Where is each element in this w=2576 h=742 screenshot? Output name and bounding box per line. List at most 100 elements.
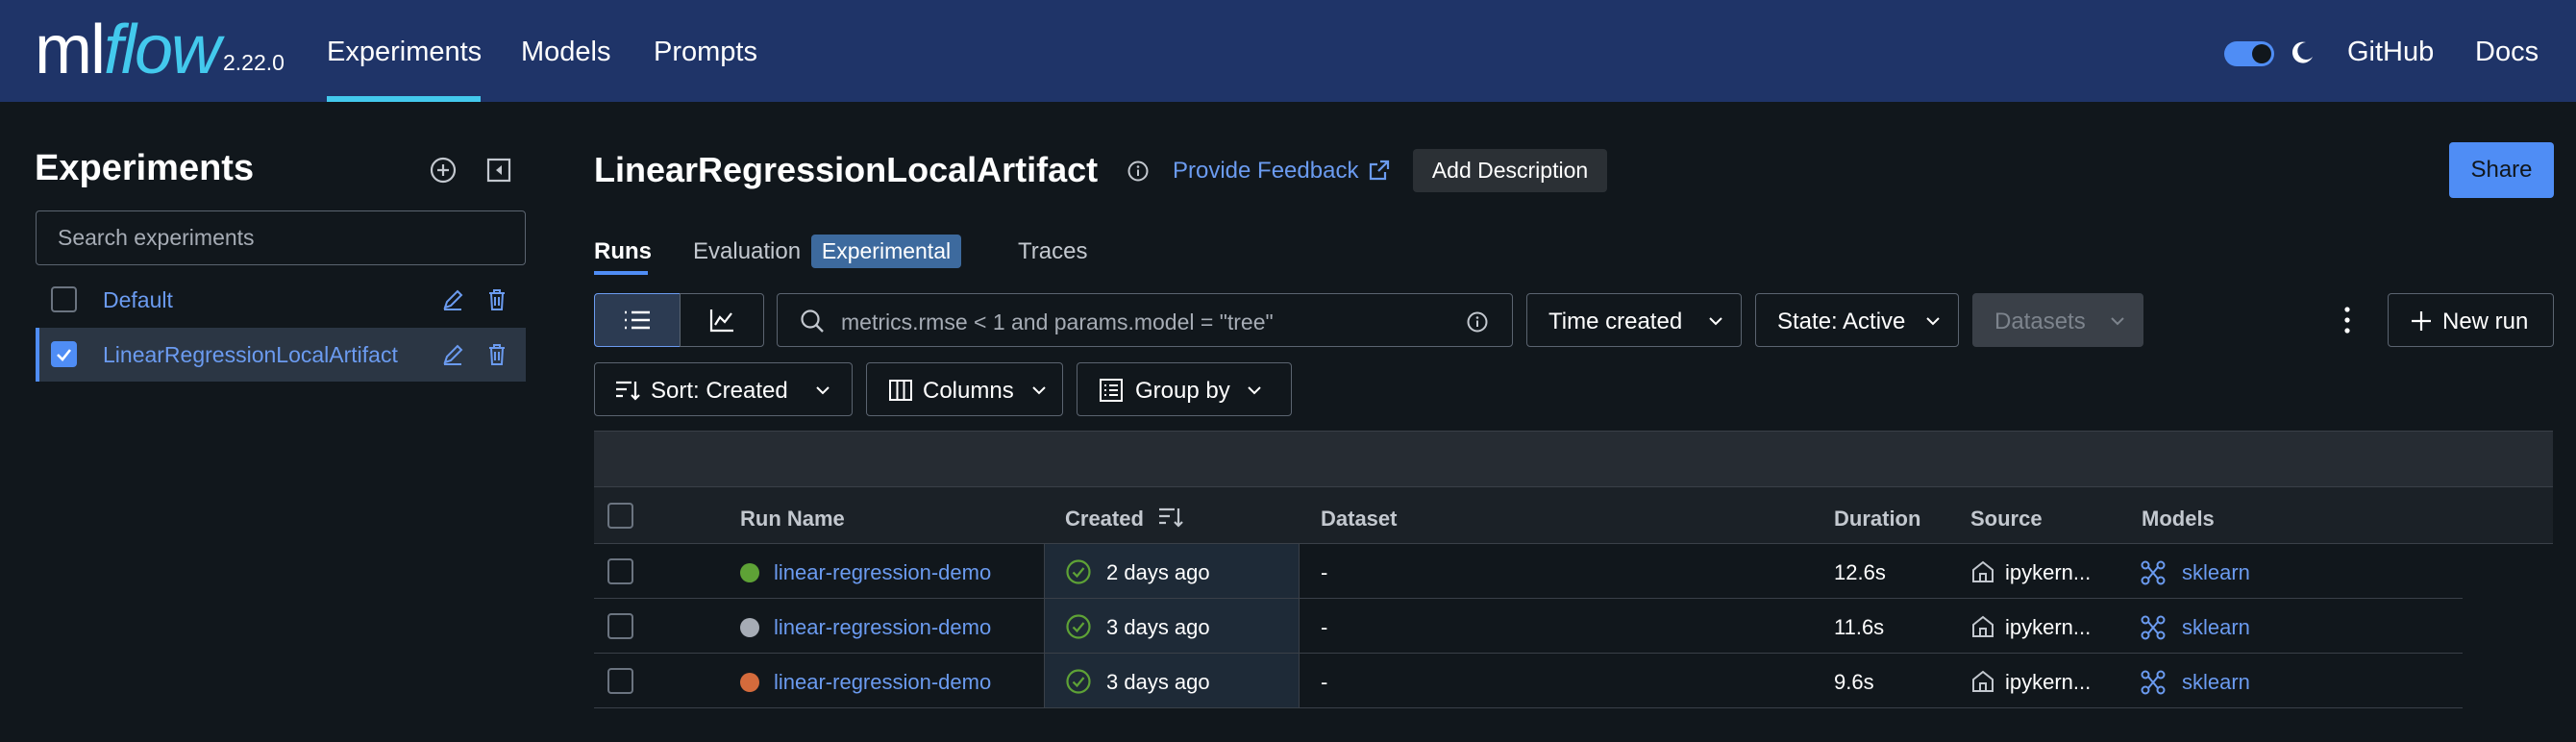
line-chart-icon (709, 309, 733, 333)
success-check-icon (1066, 559, 1091, 584)
model-link[interactable]: sklearn (2182, 615, 2250, 640)
create-experiment-button[interactable] (427, 154, 459, 186)
experiment-checkbox-checked[interactable] (51, 341, 77, 367)
dark-mode-toggle[interactable] (2224, 41, 2274, 66)
group-by-dropdown[interactable]: Group by (1077, 362, 1292, 416)
experiments-search-input[interactable]: Search experiments (36, 210, 526, 265)
version-label: 2.22.0 (223, 50, 285, 75)
chevron-down-icon (1926, 317, 1940, 326)
checkmark-icon (57, 349, 72, 361)
created-cell: 3 days ago (1106, 670, 1210, 694)
header-duration[interactable]: Duration (1834, 507, 1920, 532)
table-row[interactable]: linear-regression-demo 3 days ago - 11.6… (594, 599, 2463, 654)
table-row[interactable]: linear-regression-demo 3 days ago - 9.6s… (594, 654, 2463, 708)
tab-runs[interactable]: Runs (594, 238, 652, 265)
run-name-link[interactable]: linear-regression-demo (774, 560, 991, 585)
delete-icon[interactable] (483, 286, 510, 313)
toggle-knob (2252, 44, 2271, 63)
docs-link[interactable]: Docs (2475, 37, 2539, 68)
model-link[interactable]: sklearn (2182, 560, 2250, 585)
run-color-dot (740, 618, 759, 637)
nav-active-indicator (327, 96, 481, 102)
header-models[interactable]: Models (2142, 507, 2215, 532)
group-by-label: Group by (1135, 378, 1230, 404)
table-view-button[interactable] (594, 293, 681, 347)
tab-evaluation[interactable]: Evaluation (693, 238, 801, 265)
select-all-checkbox[interactable] (607, 503, 633, 529)
new-run-button[interactable]: New run (2388, 293, 2554, 347)
row-checkbox[interactable] (607, 558, 633, 584)
tab-traces[interactable]: Traces (1018, 238, 1087, 265)
run-name-link[interactable]: linear-regression-demo (774, 670, 991, 695)
experiment-item-linear-regression[interactable]: LinearRegressionLocalArtifact (36, 328, 526, 382)
row-checkbox[interactable] (607, 668, 633, 694)
experiment-name[interactable]: LinearRegressionLocalArtifact (103, 342, 398, 368)
nav-experiments[interactable]: Experiments (327, 37, 482, 68)
header-dataset[interactable]: Dataset (1321, 507, 1397, 532)
header-created[interactable]: Created (1065, 507, 1144, 532)
run-name-link[interactable]: linear-regression-demo (774, 615, 991, 640)
source-cell[interactable]: ipykern... (2005, 560, 2091, 585)
time-created-dropdown[interactable]: Time created (1526, 293, 1742, 347)
sort-icon (616, 381, 640, 401)
chevron-down-icon (1032, 386, 1046, 395)
experiment-title: LinearRegressionLocalArtifact (594, 150, 1099, 189)
chevron-down-icon (1248, 386, 1261, 395)
tab-active-indicator (594, 271, 648, 275)
state-filter-dropdown[interactable]: State: Active (1755, 293, 1959, 347)
feedback-label: Provide Feedback (1173, 158, 1359, 184)
chevron-down-icon (816, 386, 830, 395)
created-cell: 2 days ago (1106, 560, 1210, 584)
experiment-name[interactable]: Default (103, 287, 173, 313)
model-icon (2141, 560, 2166, 585)
columns-label: Columns (923, 378, 1014, 404)
header-source[interactable]: Source (1970, 507, 2043, 532)
info-icon[interactable] (1466, 310, 1489, 334)
dataset-cell: - (1321, 560, 1328, 584)
success-check-icon (1066, 669, 1091, 694)
source-cell[interactable]: ipykern... (2005, 615, 2091, 640)
collapse-sidebar-button[interactable] (483, 154, 515, 186)
dataset-cell: - (1321, 615, 1328, 639)
info-icon[interactable] (1127, 160, 1150, 183)
notebook-source-icon (1972, 670, 1994, 692)
nav-models[interactable]: Models (521, 37, 611, 68)
run-color-dot (740, 563, 759, 582)
group-icon (1100, 379, 1123, 402)
row-checkbox[interactable] (607, 613, 633, 639)
model-link[interactable]: sklearn (2182, 670, 2250, 695)
edit-icon[interactable] (439, 286, 466, 313)
add-description-button[interactable]: Add Description (1413, 149, 1607, 192)
columns-dropdown[interactable]: Columns (866, 362, 1063, 416)
new-run-label: New run (2442, 309, 2529, 334)
edit-icon[interactable] (439, 341, 466, 368)
provide-feedback-link[interactable]: Provide Feedback (1173, 158, 1358, 185)
source-cell[interactable]: ipykern... (2005, 670, 2091, 695)
github-link[interactable]: GitHub (2347, 37, 2434, 68)
runs-table-header: Run Name Created Dataset Duration Source… (594, 486, 2553, 544)
experimental-badge: Experimental (811, 235, 961, 268)
external-link-icon[interactable] (1367, 158, 1392, 183)
sort-dropdown[interactable]: Sort: Created (594, 362, 853, 416)
sidebar-collapse-icon (486, 158, 511, 183)
chart-view-button[interactable] (680, 293, 764, 347)
model-icon (2141, 615, 2166, 640)
header-run-name[interactable]: Run Name (740, 507, 845, 532)
dataset-cell: - (1321, 670, 1328, 694)
state-filter-label: State: Active (1777, 309, 1906, 334)
runs-search-input[interactable]: metrics.rmse < 1 and params.model = "tre… (777, 293, 1513, 347)
table-row[interactable]: linear-regression-demo 2 days ago - 12.6… (594, 544, 2463, 599)
experiment-checkbox[interactable] (51, 286, 77, 312)
plus-circle-icon (430, 157, 457, 184)
duration-cell: 12.6s (1834, 560, 1886, 584)
experiment-item-default[interactable]: Default (36, 273, 526, 327)
sort-desc-icon[interactable] (1157, 505, 1184, 530)
search-icon (801, 309, 824, 333)
chevron-down-icon (2111, 317, 2124, 326)
datasets-filter-dropdown[interactable]: Datasets (1972, 293, 2143, 347)
share-button[interactable]: Share (2449, 142, 2554, 198)
delete-icon[interactable] (483, 341, 510, 368)
nav-prompts[interactable]: Prompts (654, 37, 757, 68)
datasets-filter-label: Datasets (1994, 309, 2086, 334)
more-options-icon[interactable] (2336, 304, 2359, 336)
